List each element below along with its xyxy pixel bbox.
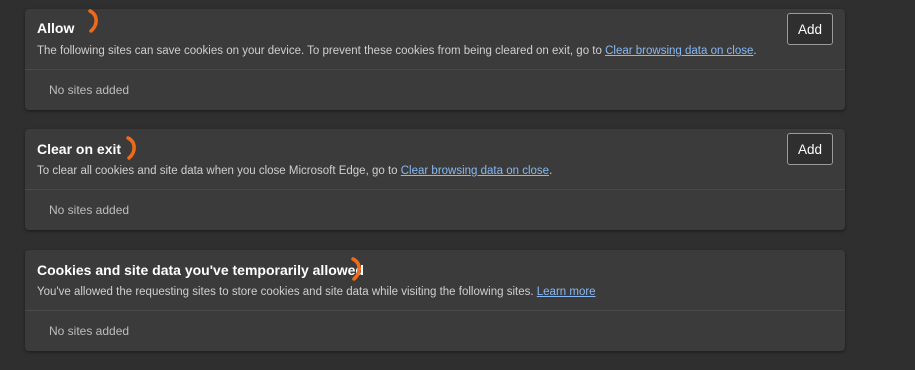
allow-description-text: The following sites can save cookies on …	[37, 45, 602, 57]
allow-section-header: Allow The following sites can save cooki…	[25, 9, 845, 70]
allow-empty-text: No sites added	[49, 83, 130, 97]
allow-clear-browsing-data-link[interactable]: Clear browsing data on close	[605, 45, 753, 57]
annotation-mark-stroke	[88, 9, 98, 33]
annotation-mark-stroke	[351, 257, 361, 281]
annotation-mark	[351, 257, 361, 281]
allow-description-period: .	[753, 45, 757, 57]
allow-description: The following sites can save cookies on …	[37, 45, 757, 57]
temporarily-allowed-description-text: You've allowed the requesting sites to s…	[37, 286, 534, 298]
annotation-mark-stroke	[126, 136, 136, 160]
clear-on-exit-empty-text: No sites added	[49, 203, 130, 217]
temporarily-allowed-description: You've allowed the requesting sites to s…	[37, 286, 596, 298]
learn-more-link[interactable]: Learn more	[537, 286, 596, 298]
clear-on-exit-section-header: Clear on exit To clear all cookies and s…	[25, 129, 845, 190]
allow-add-button[interactable]: Add	[787, 13, 833, 45]
clear-on-exit-add-button[interactable]: Add	[787, 133, 833, 165]
annotation-mark	[126, 136, 136, 160]
clear-on-exit-description-text: To clear all cookies and site data when …	[37, 165, 398, 177]
clear-on-exit-clear-browsing-data-link[interactable]: Clear browsing data on close	[401, 165, 549, 177]
annotation-mark	[88, 9, 98, 33]
clear-on-exit-title: Clear on exit	[37, 141, 122, 157]
temporarily-allowed-section-header: Cookies and site data you've temporarily…	[25, 250, 845, 311]
temporarily-allowed-empty-text: No sites added	[49, 324, 130, 338]
temporarily-allowed-title: Cookies and site data you've temporarily…	[37, 262, 364, 278]
allow-title: Allow	[37, 20, 75, 36]
clear-on-exit-description-period: .	[549, 165, 553, 177]
allow-section: Allow The following sites can save cooki…	[25, 9, 845, 110]
clear-on-exit-description: To clear all cookies and site data when …	[37, 165, 552, 177]
clear-on-exit-section: Clear on exit To clear all cookies and s…	[25, 129, 845, 230]
temporarily-allowed-section: Cookies and site data you've temporarily…	[25, 250, 845, 351]
